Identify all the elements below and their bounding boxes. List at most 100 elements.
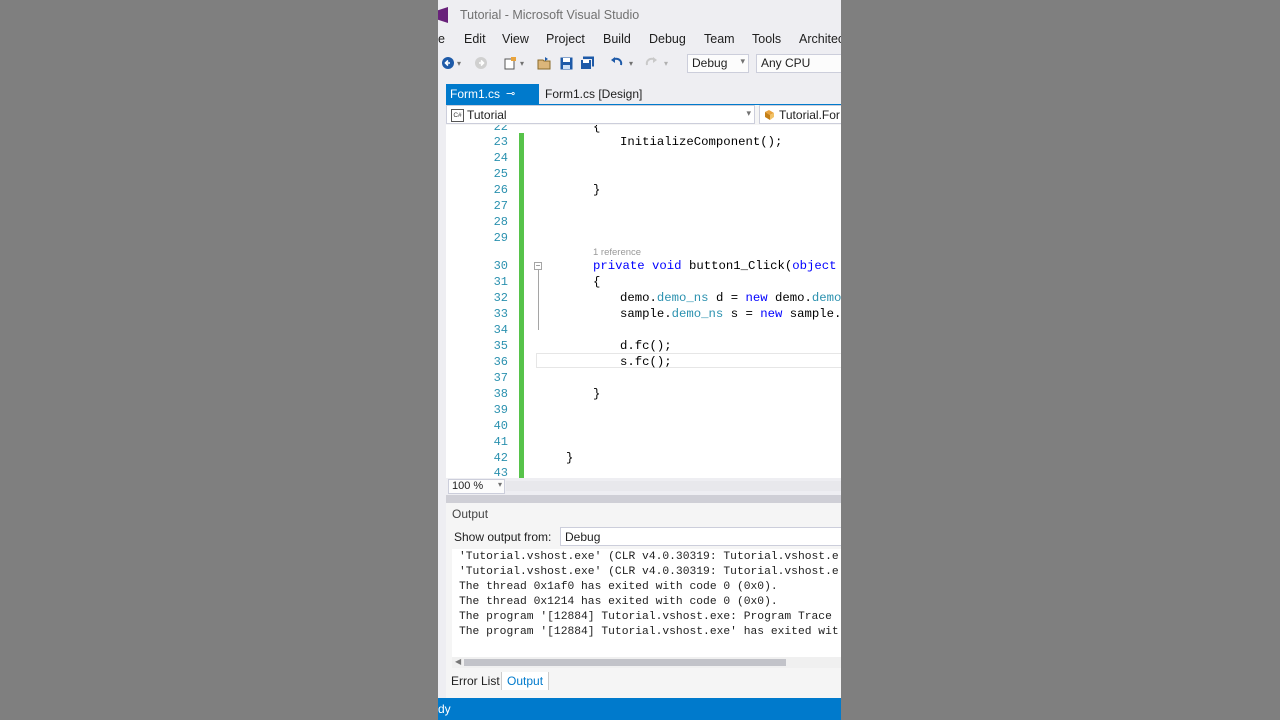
line-number: 32: [493, 291, 508, 305]
code-text: }: [593, 387, 601, 401]
code-line: 37: [446, 371, 841, 387]
pin-icon[interactable]: ⊸: [506, 87, 515, 100]
code-line: 28: [446, 215, 841, 231]
identifier: d =: [708, 291, 746, 305]
new-project-icon[interactable]: [502, 55, 518, 71]
keyword: new: [745, 291, 768, 305]
line-number: 25: [493, 167, 508, 181]
line-number: 26: [493, 183, 508, 197]
line-number: 38: [493, 387, 508, 401]
output-source-select[interactable]: Debug: [560, 527, 841, 546]
new-dropdown-icon[interactable]: ▾: [518, 55, 526, 71]
type-dropdown[interactable]: Tutorial.For: [759, 105, 841, 124]
open-file-icon[interactable]: [536, 55, 552, 71]
code-line: 43: [446, 466, 841, 478]
output-line: The program '[12884] Tutorial.vshost.exe…: [459, 626, 839, 638]
line-number: 43: [493, 466, 508, 478]
code-line: 24: [446, 151, 841, 167]
code-line: 39: [446, 403, 841, 419]
document-tab-row: Form1.cs ⊸ Form1.cs [Design]: [446, 84, 841, 104]
status-bar: dy: [438, 698, 841, 720]
code-line: 34: [446, 323, 841, 339]
redo-icon: [643, 55, 659, 71]
status-text: dy: [438, 702, 451, 716]
menu-debug[interactable]: Debug: [649, 32, 686, 46]
redo-dropdown-icon: ▾: [663, 58, 668, 68]
menu-file[interactable]: e: [438, 32, 445, 46]
line-number: 30: [493, 259, 508, 273]
code-line: 27: [446, 199, 841, 215]
project-dropdown[interactable]: C# Tutorial ▾: [446, 105, 755, 124]
menu-view[interactable]: View: [502, 32, 529, 46]
tab-error-list[interactable]: Error List: [446, 672, 505, 690]
output-line: The program '[12884] Tutorial.vshost.exe…: [459, 611, 832, 623]
undo-icon[interactable]: [609, 55, 625, 71]
code-line: 31 {: [446, 275, 841, 291]
chevron-down-icon: ▾: [740, 56, 745, 66]
undo-dropdown-icon[interactable]: ▾: [627, 55, 635, 71]
output-panel-title: Output: [452, 507, 489, 521]
save-icon[interactable]: [558, 55, 574, 71]
visual-studio-window: Tutorial - Microsoft Visual Studio e Edi…: [438, 0, 841, 720]
line-number: 33: [493, 307, 508, 321]
zoom-select[interactable]: 100 % ▾: [448, 479, 505, 494]
solution-configuration-select[interactable]: Debug ▾: [687, 54, 749, 73]
code-line: 29: [446, 231, 841, 247]
menu-team[interactable]: Team: [704, 32, 735, 46]
editor-horizontal-scrollbar[interactable]: [506, 481, 841, 491]
menu-project[interactable]: Project: [546, 32, 585, 46]
tab-form1-cs[interactable]: Form1.cs ⊸: [446, 84, 539, 104]
keyword: new: [760, 307, 783, 321]
tab-output[interactable]: Output: [501, 672, 550, 690]
editor-zoom-bar: 100 % ▾: [446, 478, 841, 495]
panel-splitter[interactable]: [446, 495, 841, 503]
tab-label: Form1.cs [Design]: [545, 87, 643, 101]
line-number: 35: [493, 339, 508, 353]
line-number: 28: [493, 215, 508, 229]
code-line: 38 }: [446, 387, 841, 403]
statement: demo.demo_ns d = new demo.demo_n: [620, 291, 841, 305]
code-line: 36 s.fc();: [446, 355, 841, 371]
code-text: }: [593, 183, 601, 197]
menu-edit[interactable]: Edit: [464, 32, 486, 46]
scrollbar-thumb[interactable]: [464, 659, 786, 666]
line-number: 31: [493, 275, 508, 289]
menu-tools[interactable]: Tools: [752, 32, 781, 46]
back-icon[interactable]: [440, 55, 456, 71]
line-number: 22: [493, 125, 508, 134]
code-text: InitializeComponent();: [620, 135, 783, 149]
standard-toolbar: ▾ ▾ ▾ ▾ Debug ▾ Any CPU: [438, 51, 841, 76]
output-panel: Output Show output from: Debug 'Tutorial…: [446, 503, 841, 698]
code-line: 40: [446, 419, 841, 435]
scroll-left-icon[interactable]: ◀: [455, 657, 461, 666]
show-output-from-label: Show output from:: [454, 530, 552, 544]
code-line: 30 private void button1_Click(object se: [446, 259, 841, 275]
output-horizontal-scrollbar[interactable]: ◀: [452, 657, 841, 668]
code-line: 26 }: [446, 183, 841, 199]
visual-studio-logo-icon: [438, 7, 448, 23]
code-line: 42 }: [446, 451, 841, 467]
configuration-value: Debug: [692, 56, 728, 70]
save-all-icon[interactable]: [579, 55, 595, 71]
identifier: button1_Click(: [688, 259, 793, 273]
menu-build[interactable]: Build: [603, 32, 631, 46]
solution-platform-select[interactable]: Any CPU: [756, 54, 841, 73]
code-text: s.fc();: [620, 355, 672, 369]
code-editor[interactable]: − 1 reference 22 { 23 InitializeComponen…: [446, 125, 841, 478]
menu-architecture[interactable]: Architec: [799, 32, 841, 46]
codelens-reference-hint[interactable]: 1 reference: [593, 247, 641, 258]
type-name: Tutorial.For: [779, 108, 840, 122]
output-line: The thread 0x1214 has exited with code 0…: [459, 596, 778, 608]
platform-value: Any CPU: [761, 56, 811, 70]
forward-icon: [473, 55, 489, 71]
line-number: 29: [493, 231, 508, 245]
output-text-area[interactable]: 'Tutorial.vshost.exe' (CLR v4.0.30319: T…: [452, 549, 841, 657]
code-text: {: [593, 125, 601, 134]
navigation-bar: C# Tutorial ▾ Tutorial.For: [446, 105, 841, 125]
code-text: d.fc();: [620, 339, 672, 353]
type-name: demo_ns: [671, 307, 724, 321]
identifier: s =: [723, 307, 761, 321]
line-number: 24: [493, 151, 508, 165]
back-dropdown-icon[interactable]: ▾: [455, 55, 463, 71]
identifier: demo.: [620, 291, 657, 305]
